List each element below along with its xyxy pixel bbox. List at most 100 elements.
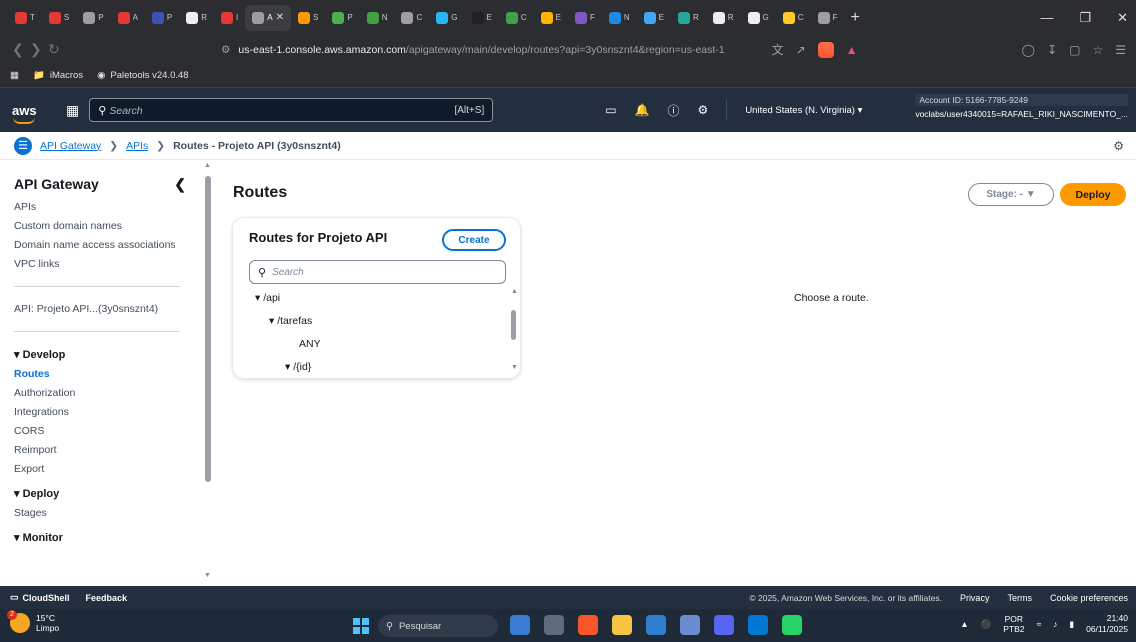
vscode-icon[interactable] xyxy=(748,615,768,635)
routes-scrollbar[interactable]: ▲ ▼ xyxy=(511,288,518,374)
browser-tab[interactable]: R xyxy=(179,5,214,31)
route-node-tarefas[interactable]: ▾ /tarefas xyxy=(269,315,312,327)
discord-icon[interactable] xyxy=(714,615,734,635)
browser-tab[interactable]: E xyxy=(637,5,671,31)
scroll-up-icon[interactable]: ▲ xyxy=(204,162,211,169)
browser-tab[interactable]: A xyxy=(111,5,145,31)
sidebar-scroll-thumb[interactable] xyxy=(205,176,211,482)
extensions-icon[interactable]: ◯ xyxy=(1022,43,1035,57)
sidebar-item-reimport[interactable]: Reimport xyxy=(14,444,200,456)
browser-tab[interactable]: N xyxy=(602,5,637,31)
notifications-icon[interactable]: 🔔 xyxy=(635,103,650,117)
show-hidden-icons-icon[interactable]: ▲ xyxy=(960,619,968,629)
sidebar-toggle-icon[interactable]: ▢ xyxy=(1069,43,1080,57)
browser-tab[interactable]: F xyxy=(811,5,845,31)
sidebar-item-cors[interactable]: CORS xyxy=(14,425,200,437)
microphone-icon[interactable]: ⚫ xyxy=(981,619,992,630)
route-method-any[interactable]: ANY xyxy=(299,338,321,350)
translate-icon[interactable]: 文 xyxy=(772,41,784,58)
sidebar-scrollbar[interactable]: ▲ ▼ xyxy=(204,160,212,584)
scroll-down-icon[interactable]: ▼ xyxy=(204,572,211,579)
download-icon[interactable]: ↧ xyxy=(1047,43,1057,57)
sidebar-item-domain-name-access[interactable]: Domain name access associations xyxy=(14,239,200,251)
share-icon[interactable]: ↗ xyxy=(796,43,806,57)
whatsapp-icon[interactable] xyxy=(782,615,802,635)
feedback-link[interactable]: Feedback xyxy=(86,593,128,603)
breadcrumb-apis[interactable]: APIs xyxy=(126,140,148,152)
collapse-sidebar-icon[interactable]: ❮ xyxy=(174,176,186,193)
browser-tab[interactable]: R xyxy=(706,5,741,31)
scroll-down-icon[interactable]: ▼ xyxy=(511,364,518,371)
reload-icon[interactable]: ↻ xyxy=(48,41,66,58)
terms-link[interactable]: Terms xyxy=(1007,593,1032,603)
help-icon[interactable]: ⓘ xyxy=(668,102,680,119)
windows-start-icon[interactable] xyxy=(353,618,369,634)
aws-logo[interactable]: aws xyxy=(12,103,52,124)
sidebar-item-custom-domain-names[interactable]: Custom domain names xyxy=(14,220,200,232)
region-selector[interactable]: United States (N. Virginia) ▾ xyxy=(745,105,862,116)
taskbar-app-icon[interactable] xyxy=(510,615,530,635)
browser-tab[interactable]: N xyxy=(360,5,395,31)
cloudshell-button[interactable]: ▭ CloudShell xyxy=(10,592,70,603)
bookmark-icon[interactable]: ☆ xyxy=(1092,43,1103,57)
deploy-button[interactable]: Deploy xyxy=(1060,183,1126,206)
sidebar-item-stages[interactable]: Stages xyxy=(14,507,200,519)
sidebar-section-deploy[interactable]: ▾ Deploy xyxy=(14,487,200,500)
weather-widget[interactable]: 2 15°C Limpo xyxy=(7,610,59,633)
back-icon[interactable]: ❮ xyxy=(12,41,30,58)
clock[interactable]: 21:40 06/11/2025 xyxy=(1086,613,1128,635)
bookmark-imacros[interactable]: 📁 iMacros xyxy=(33,70,83,81)
preferences-icon[interactable]: ⚙ xyxy=(1113,139,1124,153)
browser-tab[interactable]: E xyxy=(534,5,568,31)
close-icon[interactable]: ✕ xyxy=(1117,10,1128,26)
cloudshell-icon[interactable]: ▭ xyxy=(605,103,616,117)
routes-scroll-thumb[interactable] xyxy=(511,310,516,340)
sidebar-api-selector[interactable]: API: Projeto API...(3y0snsznt4) xyxy=(14,303,200,315)
menu-icon[interactable]: ☰ xyxy=(1115,43,1126,57)
stage-select[interactable]: Stage: - ▼ xyxy=(968,183,1054,206)
settings-gear-icon[interactable]: ⚙ xyxy=(698,103,709,117)
tab-close-icon[interactable]: ✕ xyxy=(276,12,284,23)
browser-tab[interactable]: C xyxy=(499,5,534,31)
create-route-button[interactable]: Create xyxy=(442,229,506,251)
sidebar-item-export[interactable]: Export xyxy=(14,463,200,475)
browser-tab[interactable]: C xyxy=(776,5,811,31)
bookmark-paletools[interactable]: ◉ Paletools v24.0.48 xyxy=(97,70,188,81)
browser-tab[interactable]: S xyxy=(291,5,325,31)
brave-shield-icon[interactable] xyxy=(817,41,834,58)
browser-tab[interactable]: G xyxy=(429,5,464,31)
site-info-icon[interactable]: ⚙ xyxy=(221,44,230,56)
sidebar-section-develop[interactable]: ▾ Develop xyxy=(14,348,200,361)
minimize-icon[interactable]: — xyxy=(1040,10,1053,25)
sidebar-item-apis[interactable]: APIs xyxy=(14,201,200,213)
browser-tab[interactable]: E xyxy=(465,5,499,31)
browser-tab[interactable]: P xyxy=(76,5,110,31)
sidebar-item-routes[interactable]: Routes xyxy=(14,368,200,380)
browser-tab[interactable]: A ✕ xyxy=(245,4,292,31)
language-indicator[interactable]: POR PTB2 xyxy=(1003,614,1024,634)
brave-rewards-icon[interactable]: ▲ xyxy=(846,43,858,57)
cookie-preferences-link[interactable]: Cookie preferences xyxy=(1050,593,1128,603)
route-node-id[interactable]: ▾ /{id} xyxy=(285,361,311,373)
browser-tab[interactable]: G xyxy=(741,5,776,31)
routes-search-input[interactable]: ⚲ Search xyxy=(249,260,506,284)
volume-icon[interactable]: ♪ xyxy=(1053,619,1057,629)
sidebar-section-monitor[interactable]: ▾ Monitor xyxy=(14,531,200,544)
brave-browser-icon[interactable] xyxy=(578,615,598,635)
browser-tab[interactable]: P xyxy=(145,5,179,31)
route-node-api[interactable]: ▾ /api xyxy=(255,292,280,304)
taskbar-app-icon[interactable] xyxy=(680,615,700,635)
browser-tab[interactable]: R xyxy=(671,5,706,31)
browser-tab[interactable]: T xyxy=(8,5,42,31)
restore-icon[interactable]: ❐ xyxy=(1079,10,1091,26)
services-grid-icon[interactable]: ▦ xyxy=(66,102,79,119)
account-menu[interactable]: Account ID: 5166-7785-9249 voclabs/user4… xyxy=(915,94,1128,119)
file-explorer-icon[interactable] xyxy=(612,615,632,635)
new-tab-button[interactable]: + xyxy=(850,9,859,27)
wifi-icon[interactable]: ≈ xyxy=(1036,619,1041,629)
sidebar-item-authorization[interactable]: Authorization xyxy=(14,387,200,399)
taskbar-app-icon[interactable] xyxy=(646,615,666,635)
privacy-link[interactable]: Privacy xyxy=(960,593,990,603)
taskbar-search[interactable]: ⚲ Pesquisar xyxy=(378,615,498,637)
apps-grid-icon[interactable]: ▦ xyxy=(10,70,19,81)
